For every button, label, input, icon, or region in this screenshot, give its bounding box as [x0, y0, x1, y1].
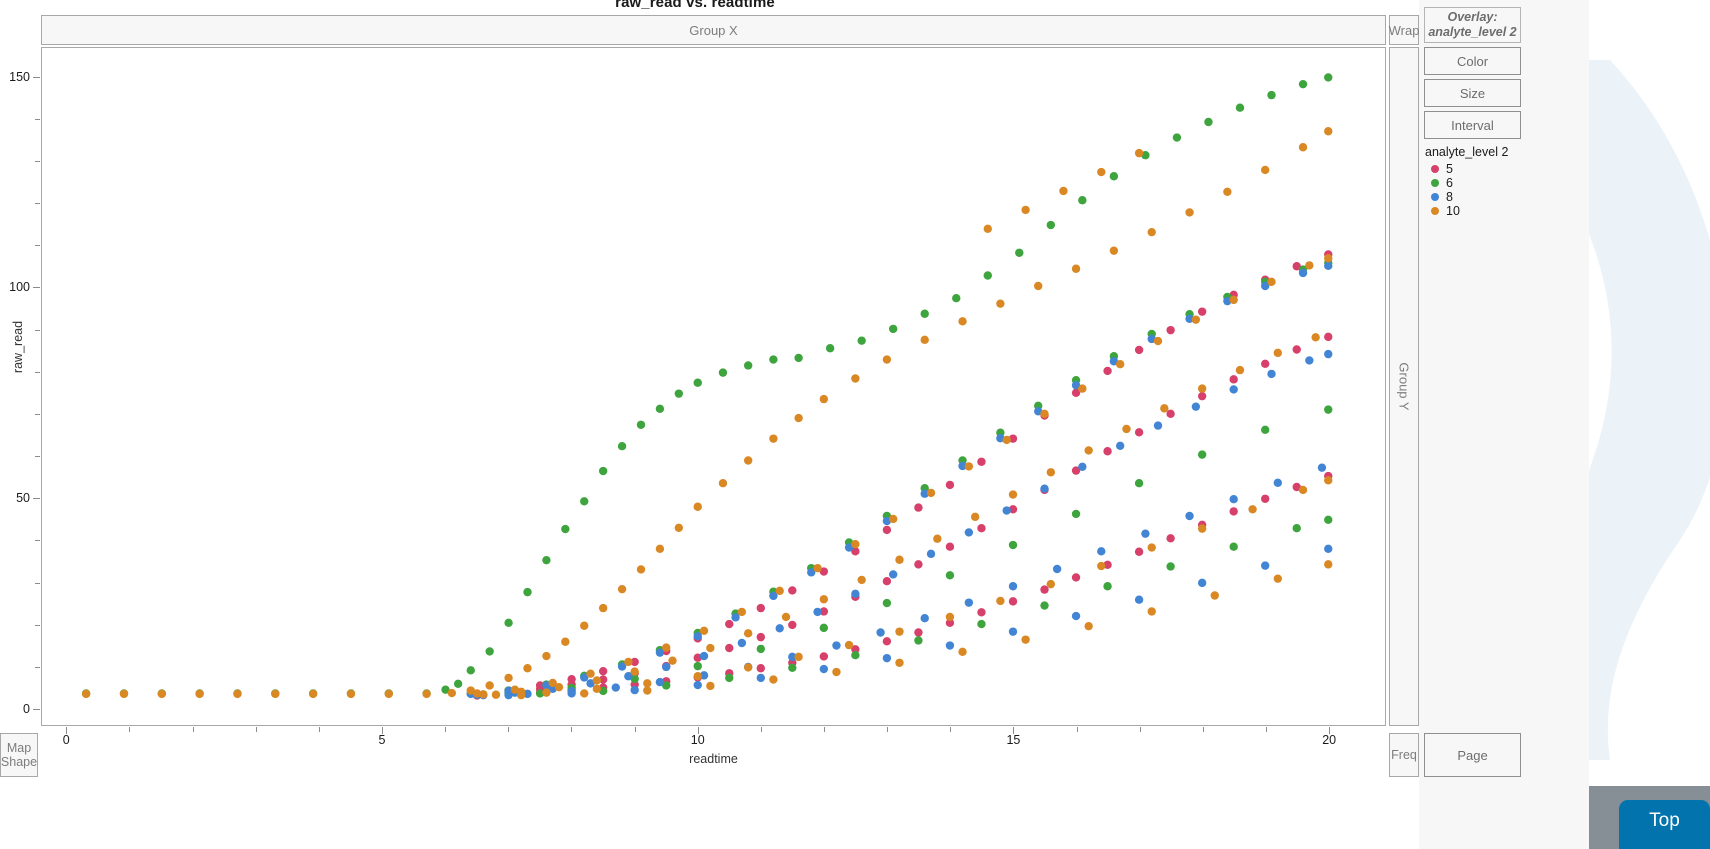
- graph-builder-window: raw_read vs. readtime Group X Wrap Group…: [0, 0, 1710, 849]
- x-axis: 0 5 10 15 20: [41, 727, 1386, 751]
- y-minor-tick-mark: [35, 413, 40, 415]
- x-minor-tick-mark: [1139, 727, 1141, 732]
- y-minor-tick-mark: [35, 203, 40, 205]
- y-tick-label: 50: [16, 491, 30, 506]
- scatter-plot-area[interactable]: [41, 47, 1386, 726]
- x-minor-tick-mark: [129, 727, 131, 732]
- page-dropzone[interactable]: Page: [1424, 733, 1521, 777]
- group-x-dropzone[interactable]: Group X: [41, 15, 1386, 45]
- x-tick-label: 20: [1322, 733, 1337, 747]
- x-minor-tick-mark: [950, 727, 952, 732]
- legend: analyte_level 2 5 6 8 10: [1424, 145, 1574, 218]
- x-minor-tick-mark: [318, 727, 320, 732]
- y-minor-tick-mark: [35, 329, 40, 331]
- overlay-dropzone[interactable]: Overlay: analyte_level 2: [1424, 7, 1521, 43]
- legend-item-label: 10: [1446, 204, 1460, 218]
- scatter-plot-canvas: [81, 73, 1333, 700]
- y-tick-label: 100: [9, 280, 30, 295]
- legend-color-swatch: [1431, 179, 1439, 187]
- x-minor-tick-mark: [887, 727, 889, 732]
- freq-dropzone[interactable]: Freq: [1389, 733, 1419, 777]
- y-minor-tick-mark: [35, 624, 40, 626]
- x-minor-tick-mark: [760, 727, 762, 732]
- x-minor-tick-mark: [192, 727, 194, 732]
- color-label: Color: [1456, 53, 1489, 69]
- page-label: Page: [1457, 747, 1488, 763]
- x-tick-label: 10: [690, 733, 705, 747]
- x-minor-tick-mark: [1202, 727, 1204, 732]
- scatter-series-6: [81, 73, 1333, 698]
- overlay-label-line2: analyte_level 2: [1428, 25, 1517, 39]
- y-tick-label: 0: [23, 702, 30, 717]
- x-minor-tick-mark: [445, 727, 447, 732]
- group-x-label: Group X: [689, 22, 738, 38]
- y-tick-mark: [33, 287, 40, 289]
- scatter-series-10: [81, 127, 1333, 700]
- interval-label: Interval: [1451, 117, 1494, 133]
- color-dropzone[interactable]: Color: [1424, 47, 1521, 75]
- legend-item[interactable]: 10: [1424, 204, 1574, 218]
- y-minor-tick-mark: [35, 666, 40, 668]
- legend-item[interactable]: 5: [1424, 162, 1574, 176]
- right-control-panel: Overlay: analyte_level 2 Color Size Inte…: [1419, 0, 1589, 849]
- y-minor-tick-mark: [35, 456, 40, 458]
- y-tick-mark: [33, 76, 40, 78]
- y-tick-mark: [33, 498, 40, 500]
- legend-item[interactable]: 6: [1424, 176, 1574, 190]
- overlay-label-line1: Overlay:: [1447, 10, 1498, 24]
- legend-color-swatch: [1431, 165, 1439, 173]
- x-minor-tick-mark: [571, 727, 573, 732]
- legend-item-label: 5: [1446, 162, 1453, 176]
- x-minor-tick-mark: [255, 727, 257, 732]
- y-axis-title: raw_read: [11, 320, 25, 374]
- legend-color-swatch: [1431, 207, 1439, 215]
- legend-title: analyte_level 2: [1425, 145, 1509, 159]
- y-minor-tick-mark: [35, 118, 40, 120]
- map-shape-label-line2: Shape: [0, 755, 38, 769]
- x-axis-title: readtime: [689, 752, 738, 766]
- group-y-dropzone[interactable]: Group Y: [1389, 47, 1419, 726]
- legend-color-swatch: [1431, 193, 1439, 201]
- y-minor-tick-mark: [35, 582, 40, 584]
- wrap-dropzone[interactable]: Wrap: [1389, 15, 1419, 45]
- size-label: Size: [1459, 85, 1486, 101]
- y-minor-tick-mark: [35, 540, 40, 542]
- x-minor-tick-mark: [508, 727, 510, 732]
- x-tick-label: 5: [378, 733, 386, 747]
- map-shape-label-line1: Map: [6, 741, 32, 755]
- x-tick-label: 0: [62, 733, 70, 747]
- y-tick-label: 150: [9, 69, 30, 84]
- x-minor-tick-mark: [824, 727, 825, 732]
- group-y-label: Group Y: [1396, 362, 1412, 411]
- x-tick-label: 15: [1006, 733, 1021, 747]
- wrap-label: Wrap: [1388, 22, 1420, 38]
- x-minor-tick-mark: [1076, 727, 1078, 732]
- legend-item-label: 6: [1446, 176, 1453, 190]
- y-tick-mark: [33, 709, 40, 711]
- x-minor-tick-mark: [634, 727, 636, 732]
- legend-entries: 5 6 8 10: [1424, 162, 1574, 218]
- y-minor-tick-mark: [35, 160, 40, 162]
- x-minor-tick-mark: [1266, 727, 1268, 732]
- legend-item-label: 8: [1446, 190, 1453, 204]
- size-dropzone[interactable]: Size: [1424, 79, 1521, 107]
- page-title: raw_read vs. readtime: [615, 0, 775, 11]
- interval-dropzone[interactable]: Interval: [1424, 111, 1521, 139]
- y-minor-tick-mark: [35, 245, 40, 247]
- freq-label: Freq: [1391, 748, 1417, 762]
- y-minor-tick-mark: [35, 371, 40, 373]
- top-button[interactable]: Top: [1619, 800, 1710, 849]
- map-shape-dropzone[interactable]: Map Shape: [0, 733, 38, 777]
- legend-item[interactable]: 8: [1424, 190, 1574, 204]
